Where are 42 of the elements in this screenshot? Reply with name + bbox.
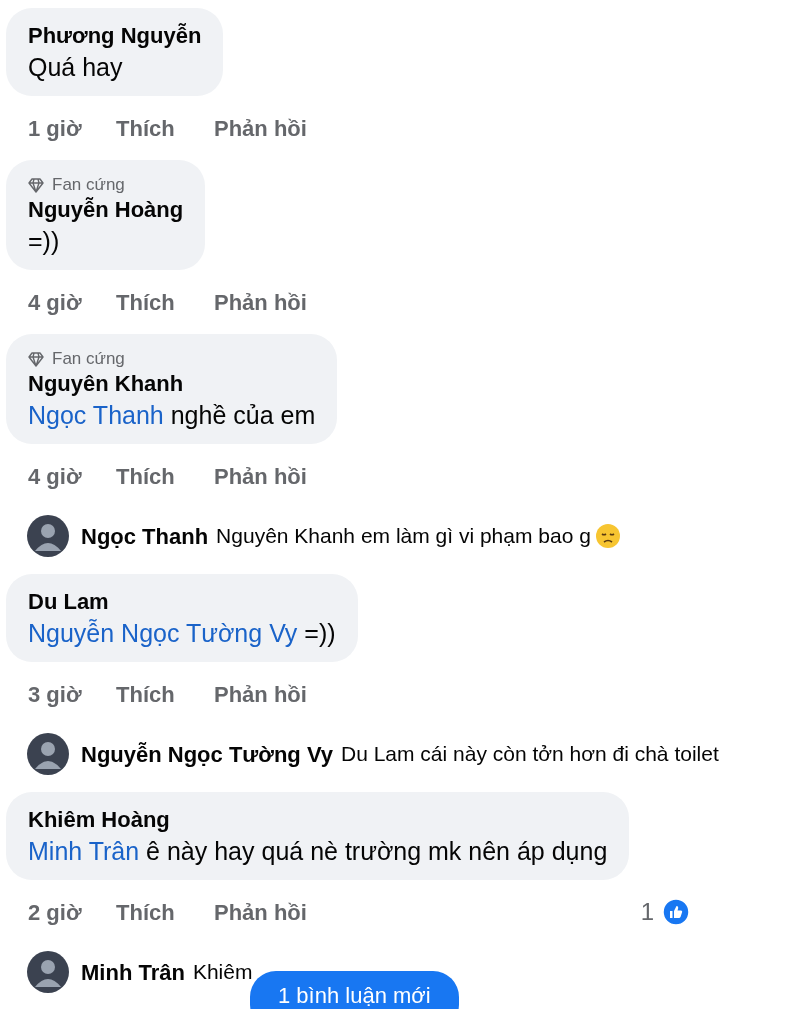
avatar-icon bbox=[27, 515, 69, 557]
fan-badge-label: Fan cứng bbox=[52, 348, 125, 370]
comment-time: 2 giờ bbox=[28, 898, 83, 927]
comment-author[interactable]: Nguyên Khanh bbox=[28, 370, 316, 398]
comment-author[interactable]: Nguyễn Hoàng bbox=[28, 196, 184, 224]
reply-link[interactable]: Phản hồi bbox=[214, 895, 307, 929]
thumbs-up-icon bbox=[662, 898, 690, 926]
comment-text: Nguyễn Ngọc Tường Vy =)) bbox=[28, 618, 336, 649]
comment-text: Quá hay bbox=[28, 52, 124, 83]
comment-text: Minh Trân ê này hay quá nè trường mk nên áp dụng bbox=[28, 836, 608, 867]
reply-author[interactable]: Nguyễn Ngọc Tường Vy bbox=[81, 737, 333, 771]
reply-link[interactable]: Phản hồi bbox=[214, 459, 307, 493]
like-link[interactable]: Thích bbox=[116, 459, 214, 493]
comment-time: 3 giờ bbox=[28, 680, 83, 709]
reaction-count: 1 bbox=[640, 897, 654, 927]
comment-time: 4 giờ bbox=[28, 462, 83, 491]
fan-badge-label: Fan cứng bbox=[52, 174, 125, 196]
comment-author[interactable]: Du Lam bbox=[28, 588, 336, 616]
like-link[interactable]: Thích bbox=[116, 677, 214, 711]
reply-text: Du Lam cái này còn tởn hơn đi chà toilet bbox=[341, 741, 719, 768]
like-link[interactable]: Thích bbox=[116, 895, 214, 929]
diamond-icon bbox=[28, 177, 44, 193]
comment-author[interactable]: Khiêm Hoàng bbox=[28, 806, 608, 834]
like-link[interactable]: Thích bbox=[116, 285, 214, 319]
reply-link[interactable]: Phản hồi bbox=[214, 677, 307, 711]
reply-text: Nguyên Khanh em làm gì vi phạm bao g bbox=[216, 523, 591, 550]
comment-text: =)) bbox=[28, 226, 61, 257]
reply-link[interactable]: Phản hồi bbox=[214, 111, 307, 145]
comment-author[interactable]: Phương Nguyễn bbox=[28, 22, 202, 50]
sad-face-icon bbox=[594, 523, 621, 549]
new-comments-button[interactable]: 1 bình luận mới bbox=[250, 971, 459, 1009]
avatar-icon bbox=[27, 733, 69, 775]
comment-time: 4 giờ bbox=[28, 288, 83, 317]
avatar-icon bbox=[27, 951, 69, 993]
reply-link[interactable]: Phản hồi bbox=[214, 285, 307, 319]
reply-author[interactable]: Ngọc Thanh bbox=[81, 519, 209, 553]
comment-text: Ngọc Thanh nghề của em bbox=[28, 400, 316, 431]
comment-time: 1 giờ bbox=[28, 114, 83, 143]
diamond-icon bbox=[28, 351, 44, 367]
reply-author[interactable]: Minh Trân bbox=[81, 955, 185, 989]
reply-text: Khiêm bbox=[192, 959, 253, 986]
like-link[interactable]: Thích bbox=[116, 111, 214, 145]
